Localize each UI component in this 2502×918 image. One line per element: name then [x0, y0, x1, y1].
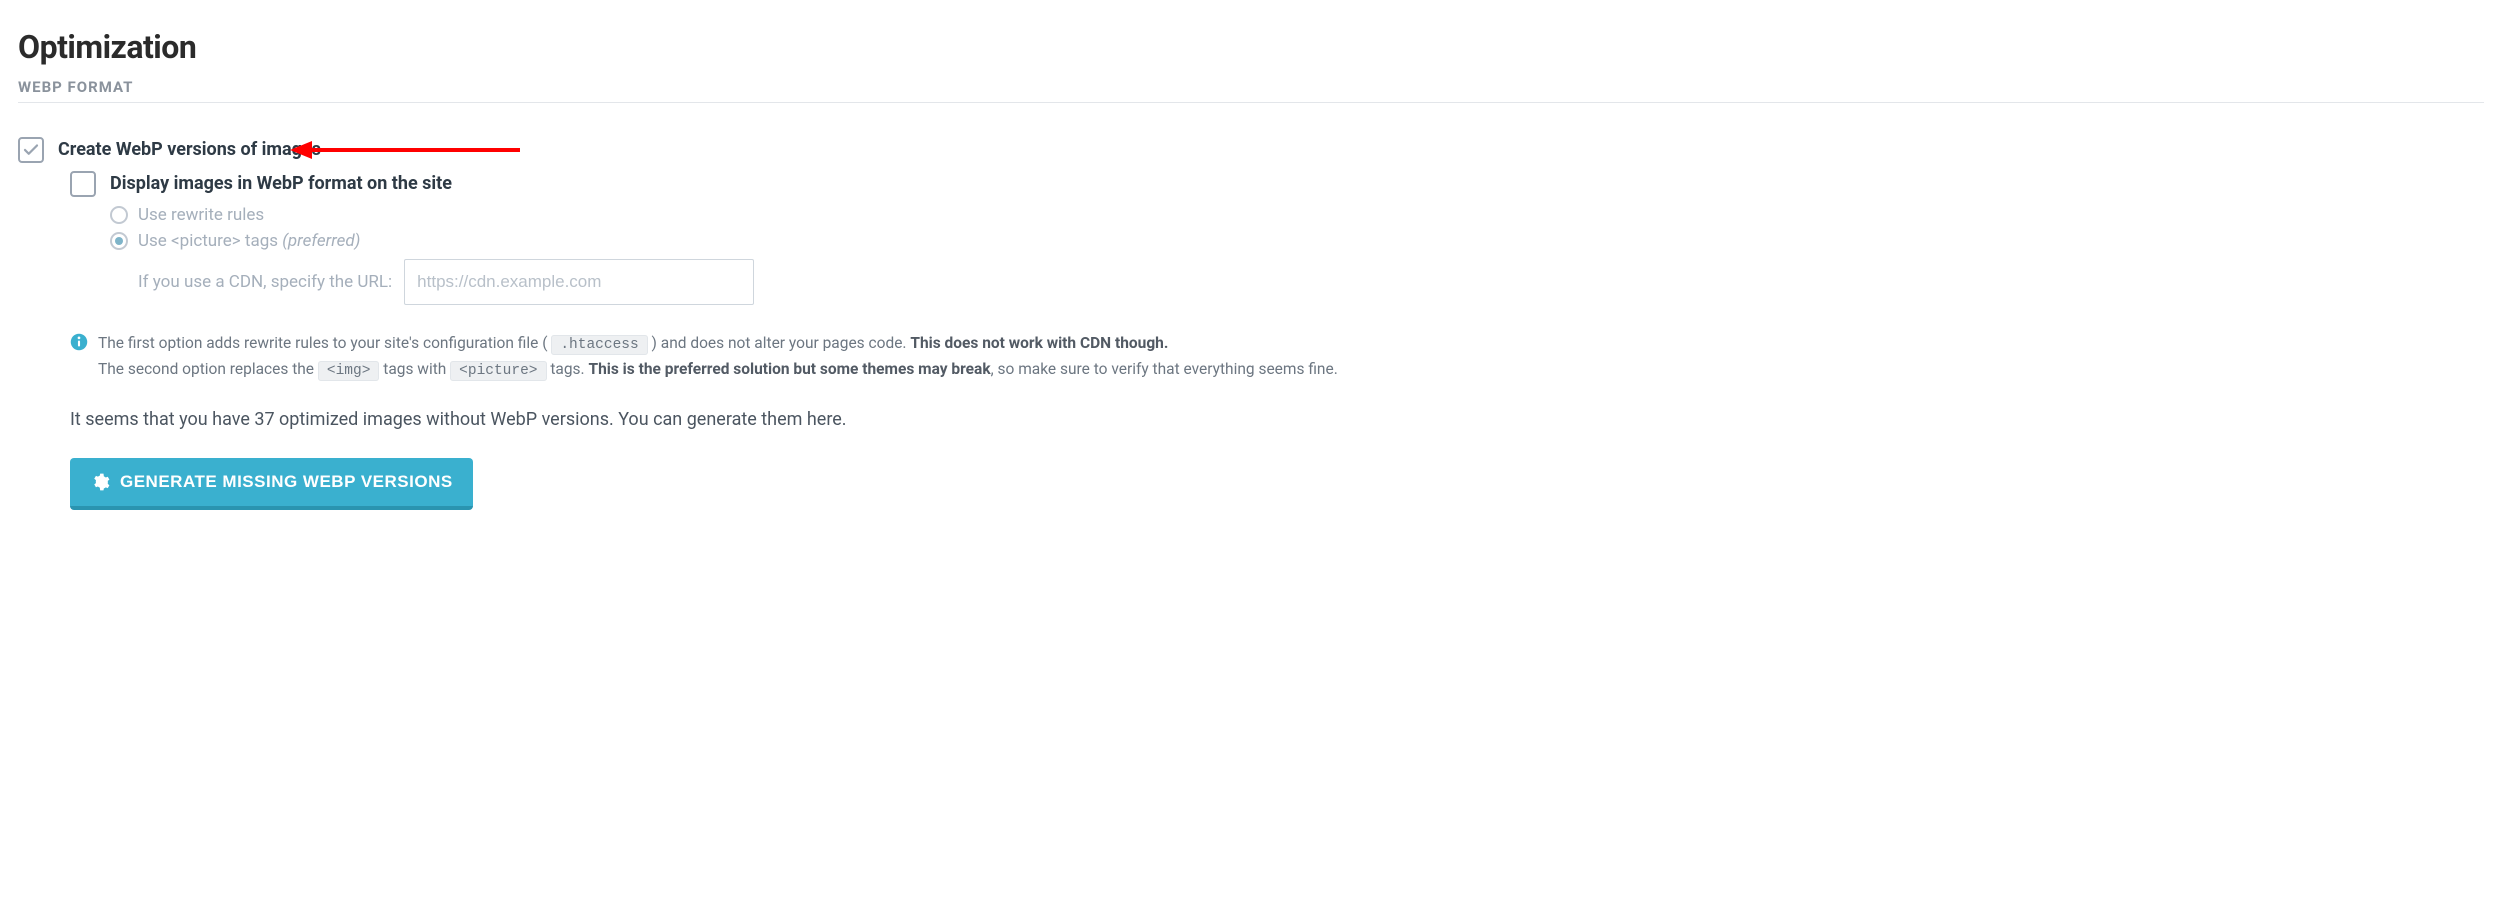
cdn-url-input[interactable]: [404, 259, 754, 305]
generate-missing-webp-button[interactable]: GENERATE MISSING WEBP VERSIONS: [70, 458, 473, 510]
create-webp-label: Create WebP versions of images: [58, 137, 321, 163]
create-webp-checkbox[interactable]: [18, 137, 44, 163]
rewrite-rules-radio[interactable]: [110, 206, 128, 224]
section-heading: WEBP FORMAT: [18, 78, 2484, 103]
gear-icon: [90, 472, 110, 492]
info-icon: [70, 333, 88, 351]
img-tag-code: <img>: [318, 361, 380, 381]
display-webp-label: Display images in WebP format on the sit…: [110, 171, 452, 197]
picture-tag-code: <picture>: [450, 361, 546, 381]
annotation-arrow-icon: [290, 137, 520, 163]
rewrite-rules-label: Use rewrite rules: [138, 205, 264, 225]
page-title: Optimization: [18, 28, 2484, 66]
display-webp-checkbox[interactable]: [70, 171, 96, 197]
picture-tags-label: Use <picture> tags (preferred): [138, 231, 360, 251]
cdn-url-label: If you use a CDN, specify the URL:: [138, 272, 392, 292]
picture-tags-radio[interactable]: [110, 232, 128, 250]
status-text: It seems that you have 37 optimized imag…: [70, 409, 2484, 430]
help-text: The first option adds rewrite rules to y…: [98, 331, 1338, 383]
generate-button-label: GENERATE MISSING WEBP VERSIONS: [120, 472, 453, 492]
htaccess-code: .htaccess: [551, 335, 647, 355]
check-icon: [22, 141, 40, 159]
